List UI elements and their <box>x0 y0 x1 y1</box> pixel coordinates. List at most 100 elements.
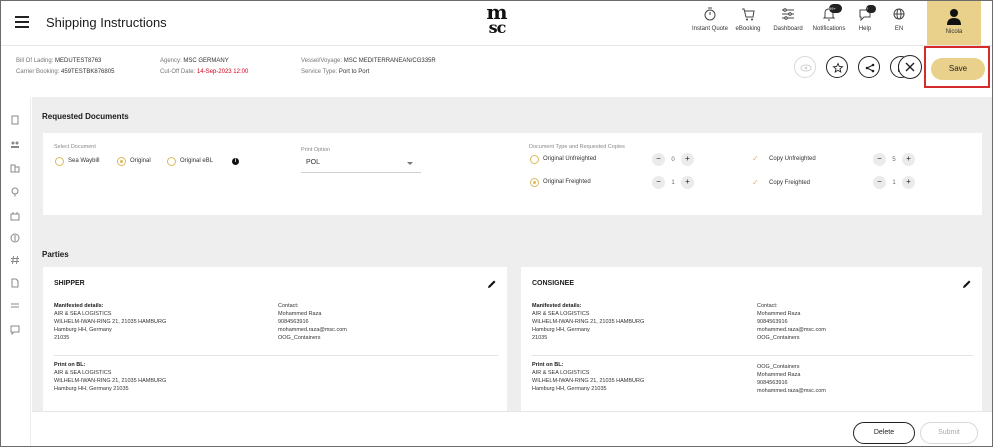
nav-label: eBooking <box>735 26 761 32</box>
print-contact-line: mohammed.raza@msc.com <box>757 388 826 394</box>
edit-pencil-icon[interactable] <box>487 279 497 289</box>
decrement-button[interactable]: − <box>652 153 665 166</box>
left-rail <box>1 97 31 446</box>
nav-language[interactable]: EN <box>886 4 912 42</box>
star-icon <box>832 62 844 73</box>
increment-button[interactable]: + <box>681 176 694 189</box>
radio-original-unfreighted[interactable] <box>530 155 539 164</box>
print-line: AIR & SEA LOGISTICS <box>54 370 112 376</box>
increment-button[interactable]: + <box>902 176 915 189</box>
manifested-line: WILHELM-IWAN-RING 21, 21035 HAMBURG <box>532 319 645 325</box>
bl-info: Bill Of Lading: MEDUTEST8763 Carrier Boo… <box>16 56 114 78</box>
contact-line: mohammed.raza@msc.com <box>278 327 347 333</box>
print-on-bl-label: Print on BL: <box>532 362 564 368</box>
hash-icon[interactable] <box>10 255 20 265</box>
requested-documents-card: Select Document Sea Waybill Original Ori… <box>43 133 982 215</box>
print-line: WILHELM-IWAN-RING 21, 21035 HAMBURG <box>532 378 645 384</box>
nav-ebooking[interactable]: eBooking <box>734 4 762 42</box>
decrement-button[interactable]: − <box>652 176 665 189</box>
original-unfreighted-label: Original Unfreighted <box>543 156 597 162</box>
copy-unfreighted-count[interactable]: 5 <box>888 157 900 163</box>
dollar-icon[interactable] <box>10 233 20 243</box>
user-icon <box>947 9 961 25</box>
decrement-button[interactable]: − <box>873 176 886 189</box>
booking-value: 459TESTBK876805 <box>61 69 115 75</box>
print-option-value: POL <box>306 159 321 166</box>
stopwatch-icon <box>704 7 716 21</box>
page-title: Shipping Instructions <box>46 15 167 30</box>
manifested-line: 21035 <box>54 335 70 341</box>
print-contact-line: Mohammed Raza <box>757 372 801 378</box>
print-line: Hamburg HH, Germany 21035 <box>54 386 129 392</box>
eye-icon <box>800 64 812 72</box>
agency-info: Agency: MSC GERMANY Cut-Off Date: 14-Sep… <box>160 56 248 78</box>
submit-button[interactable]: Submit <box>920 422 978 444</box>
print-contact-line: 9084563916 <box>757 380 788 386</box>
location-pin-icon[interactable] <box>10 187 20 197</box>
info-icon[interactable]: i <box>232 158 239 165</box>
consignee-title: CONSIGNEE <box>532 280 575 287</box>
vessel-value: MSC MEDITERRANEAN/CG335R <box>343 58 436 64</box>
hamburger-menu-icon[interactable] <box>15 16 29 28</box>
footer-actions: Delete Submit <box>32 411 992 446</box>
shipment-info-bar: Bill Of Lading: MEDUTEST8763 Carrier Boo… <box>1 45 992 97</box>
check-icon: ✓ <box>752 178 759 187</box>
favorite-button[interactable] <box>826 56 848 78</box>
original-unfreighted-count[interactable]: 0 <box>667 157 679 163</box>
contact-line: Mohammed Raza <box>278 311 322 317</box>
notification-badge: 99+ <box>829 4 842 13</box>
nav-label: EN <box>894 26 904 32</box>
msc-logo[interactable]: m sc <box>481 2 513 39</box>
radio-sea-waybill[interactable] <box>55 157 64 166</box>
print-line: Hamburg HH, Germany 21035 <box>532 386 607 392</box>
select-document-label: Select Document <box>54 144 96 150</box>
radio-sea-waybill-label: Sea Waybill <box>68 158 100 164</box>
manifested-line: WILHELM-IWAN-RING 21, 21035 HAMBURG <box>54 319 167 325</box>
document-icon[interactable] <box>10 115 20 125</box>
nav-instant-quote[interactable]: Instant Quote <box>689 4 731 42</box>
agency-value: MSC GERMANY <box>183 58 229 64</box>
manifested-line: Hamburg HH, Germany <box>54 327 112 333</box>
people-icon[interactable] <box>10 139 20 149</box>
increment-button[interactable]: + <box>681 153 694 166</box>
radio-original[interactable] <box>117 157 126 166</box>
manifested-label: Manifested details: <box>532 303 582 309</box>
container-icon[interactable] <box>10 211 20 221</box>
vessel-info: Vessel/Voyage: MSC MEDITERRANEAN/CG335R … <box>301 56 436 78</box>
close-button[interactable] <box>898 55 922 79</box>
file-icon[interactable] <box>10 278 20 288</box>
edit-pencil-icon[interactable] <box>962 279 972 289</box>
radio-original-freighted[interactable] <box>530 178 539 187</box>
increment-button[interactable]: + <box>902 153 915 166</box>
radio-original-ebl[interactable] <box>167 157 176 166</box>
comment-icon[interactable] <box>10 325 20 335</box>
copy-freighted-count[interactable]: 1 <box>888 180 900 186</box>
share-button[interactable] <box>858 56 880 78</box>
decrement-button[interactable]: − <box>873 153 886 166</box>
user-menu[interactable]: Nicola <box>927 1 981 45</box>
manifested-line: AIR & SEA LOGISTICS <box>532 311 590 317</box>
divider <box>54 355 498 356</box>
contact-line: 9084563916 <box>278 319 309 325</box>
nav-dashboard[interactable]: Dashboard <box>766 4 810 42</box>
building-icon[interactable] <box>10 163 20 173</box>
nav-label: Dashboard <box>773 26 803 32</box>
print-option-select[interactable]: POL <box>301 153 421 173</box>
app-window: Shipping Instructions m sc Instant Quote… <box>0 0 993 447</box>
delete-button[interactable]: Delete <box>853 422 915 444</box>
contact-line: mohammed.raza@msc.com <box>757 327 826 333</box>
manifested-line: AIR & SEA LOGISTICS <box>54 311 112 317</box>
share-icon <box>865 63 875 73</box>
bl-value: MEDUTEST8763 <box>55 58 102 64</box>
original-freighted-label: Original Freighted <box>543 179 591 185</box>
document-type-label: Document Type and Requested Copies <box>529 144 625 150</box>
check-icon: ✓ <box>752 154 759 163</box>
radio-original-ebl-label: Original eBL <box>180 158 214 164</box>
list-icon[interactable] <box>10 301 20 311</box>
view-button[interactable] <box>794 56 816 78</box>
cart-icon <box>742 8 755 21</box>
save-button[interactable]: Save <box>931 58 985 80</box>
original-freighted-count[interactable]: 1 <box>667 180 679 186</box>
consignee-print-on-bl: Print on BL: AIR & SEA LOGISTICS WILHELM… <box>532 361 644 393</box>
nav-label: Instant Quote <box>691 26 729 32</box>
